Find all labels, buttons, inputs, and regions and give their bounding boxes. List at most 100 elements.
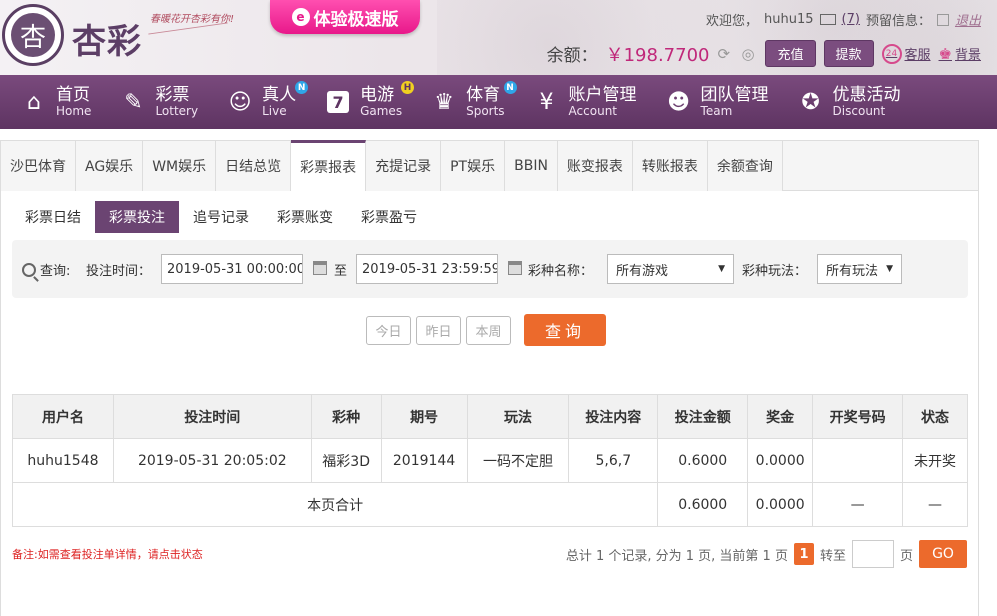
play-type-select[interactable]: 所有玩法 ▼: [817, 254, 902, 284]
subtab-lottery-bets[interactable]: 彩票投注: [95, 201, 179, 233]
col-bet-time: 投注时间: [112, 394, 312, 439]
live-icon: ☺: [228, 89, 252, 115]
nav-account-label: 账户管理: [568, 85, 637, 105]
cell-draw-numbers: [812, 438, 904, 483]
username: huhu15: [764, 12, 814, 27]
bets-table: 用户名 投注时间 彩种 期号 玩法 投注内容 投注金额 奖金 开奖号码 状态 h…: [11, 394, 968, 527]
filter-panel: 查询: 投注时间： 2019-05-31 00:00:00 至 2019-05-…: [12, 240, 968, 298]
pagination-summary: 总计 1 个记录, 分为 1 页, 当前第 1 页: [565, 548, 788, 564]
shirt-icon: ♚: [938, 44, 952, 63]
summary-row: 本页合计 0.6000 0.0000 — —: [11, 482, 968, 527]
background-link[interactable]: ♚ 背景: [938, 44, 981, 64]
new-badge: N: [503, 81, 517, 94]
tab-ag[interactable]: AG娱乐: [76, 141, 144, 191]
yesterday-button[interactable]: 昨日: [416, 316, 461, 345]
content-panel: 彩票日结 彩票投注 追号记录 彩票账变 彩票盈亏 查询: 投注时间： 2019-…: [0, 191, 979, 616]
summary-status: —: [902, 482, 968, 527]
tab-transfer[interactable]: 转账报表: [632, 141, 708, 191]
col-lottery: 彩种: [310, 394, 382, 439]
logout-link[interactable]: 退出: [955, 10, 981, 29]
support-link[interactable]: 24 客服: [881, 43, 931, 64]
cell-bonus: 0.0000: [747, 438, 814, 483]
col-username: 用户名: [12, 394, 114, 439]
withdraw-button[interactable]: 提款: [823, 40, 874, 67]
chevron-down-icon: ▼: [718, 264, 725, 274]
nav-team-sublabel: Team: [700, 104, 733, 118]
subtab-lottery-profit[interactable]: 彩票盈亏: [347, 201, 431, 233]
cell-username: huhu1548: [12, 438, 114, 483]
status-link[interactable]: 未开奖: [902, 438, 968, 483]
nav-home[interactable]: ⌂ 首页 Home: [0, 75, 105, 129]
tab-lottery-report[interactable]: 彩票报表: [291, 140, 367, 191]
refresh-icon[interactable]: ⟳: [717, 46, 733, 62]
brand-name: 杏彩: [72, 22, 142, 62]
query-heading: 查询:: [22, 260, 70, 279]
tab-balance-query[interactable]: 余额查询: [707, 141, 783, 191]
trophy-icon: ♛: [434, 89, 454, 115]
nav-team[interactable]: ☻ 团队管理 Team: [651, 75, 783, 129]
summary-numbers: —: [812, 482, 904, 527]
subtab-lottery-account-change[interactable]: 彩票账变: [263, 201, 347, 233]
nav-live-label: 真人: [262, 85, 297, 105]
current-page[interactable]: 1: [793, 543, 814, 565]
mail-icon[interactable]: [819, 14, 836, 25]
balance-bar: 余额： ￥198.7700 ⟳ ◎ 充值 提款 24 客服 ♚ 背景: [547, 40, 981, 67]
message-count-link[interactable]: (7): [842, 12, 860, 27]
nav-games-sublabel: Games: [360, 104, 403, 118]
col-bonus: 奖金: [747, 394, 814, 439]
tab-pt[interactable]: PT娱乐: [441, 141, 506, 191]
calendar-icon[interactable]: [313, 261, 327, 275]
query-button[interactable]: 查询: [524, 314, 606, 346]
nav-discount[interactable]: ✪ 优惠活动 Discount: [783, 75, 915, 129]
nav-live[interactable]: ☺ 真人 Live N: [212, 75, 310, 129]
deposit-button[interactable]: 充值: [765, 40, 816, 67]
tab-account-change[interactable]: 账变报表: [557, 141, 633, 191]
bet-time-label: 投注时间：: [86, 264, 152, 279]
goto-label: 转至: [819, 548, 846, 564]
nav-account-sublabel: Account: [568, 104, 617, 118]
note-text: 备注:如需查看投注单详情，请点击状态: [12, 548, 203, 561]
nav-games[interactable]: 7 电游 Games H: [310, 75, 416, 129]
goto-page-input[interactable]: [851, 540, 894, 568]
nav-games-label: 电游: [360, 85, 395, 105]
cell-issue: 2019144: [380, 438, 468, 483]
nav-team-label: 团队管理: [700, 85, 769, 105]
tab-bbin[interactable]: BBIN: [505, 141, 558, 191]
calendar-icon[interactable]: [508, 261, 522, 275]
end-time-input[interactable]: 2019-05-31 23:59:59: [356, 254, 498, 284]
table-header-row: 用户名 投注时间 彩种 期号 玩法 投注内容 投注金额 奖金 开奖号码 状态: [12, 394, 968, 439]
subtab-chase-records[interactable]: 追号记录: [179, 201, 263, 233]
this-week-button[interactable]: 本周: [466, 316, 511, 345]
today-button[interactable]: 今日: [366, 316, 411, 345]
col-draw-numbers: 开奖号码: [812, 394, 904, 439]
lottery-name-label: 彩种名称：: [528, 264, 594, 279]
account-icon: ¥: [539, 89, 554, 115]
table-row: huhu1548 2019-05-31 20:05:02 福彩3D 201914…: [12, 438, 968, 483]
start-time-input[interactable]: 2019-05-31 00:00:00: [161, 254, 303, 284]
new-badge: N: [295, 81, 309, 94]
nav-account[interactable]: ¥ 账户管理 Account: [519, 75, 651, 129]
lottery-name-select[interactable]: 所有游戏 ▼: [607, 254, 734, 284]
header: 杏 杏彩 春暖花开杏彩有你! e 体验极速版 欢迎您， huhu15 (7) 预…: [0, 0, 997, 75]
search-icon: [22, 262, 36, 277]
summary-amount: 0.6000: [657, 482, 749, 527]
edit-icon[interactable]: [936, 13, 949, 26]
logo[interactable]: 杏: [2, 4, 64, 66]
nav-sports[interactable]: ♛ 体育 Sports N: [416, 75, 518, 129]
tab-deposit-withdraw[interactable]: 充提记录: [366, 141, 442, 191]
go-button[interactable]: GO: [919, 540, 967, 568]
nav-lottery-label: 彩票: [155, 85, 190, 105]
col-play: 玩法: [466, 394, 570, 439]
nav-lottery[interactable]: ✎ 彩票 Lottery: [105, 75, 212, 129]
eye-slash-icon[interactable]: ◎: [741, 46, 757, 62]
tab-wm[interactable]: WM娱乐: [143, 141, 217, 191]
tab-daily-overview[interactable]: 日结总览: [216, 141, 292, 191]
logo-mark: 杏: [11, 13, 55, 57]
subtab-lottery-daily[interactable]: 彩票日结: [11, 201, 95, 233]
speed-version-button[interactable]: e 体验极速版: [270, 0, 420, 34]
to-label: 至: [334, 264, 348, 279]
cell-lottery: 福彩3D: [310, 438, 382, 483]
cell-amount: 0.6000: [657, 438, 749, 483]
nav-sports-label: 体育: [466, 85, 501, 105]
tab-saba-sports[interactable]: 沙巴体育: [1, 141, 76, 191]
